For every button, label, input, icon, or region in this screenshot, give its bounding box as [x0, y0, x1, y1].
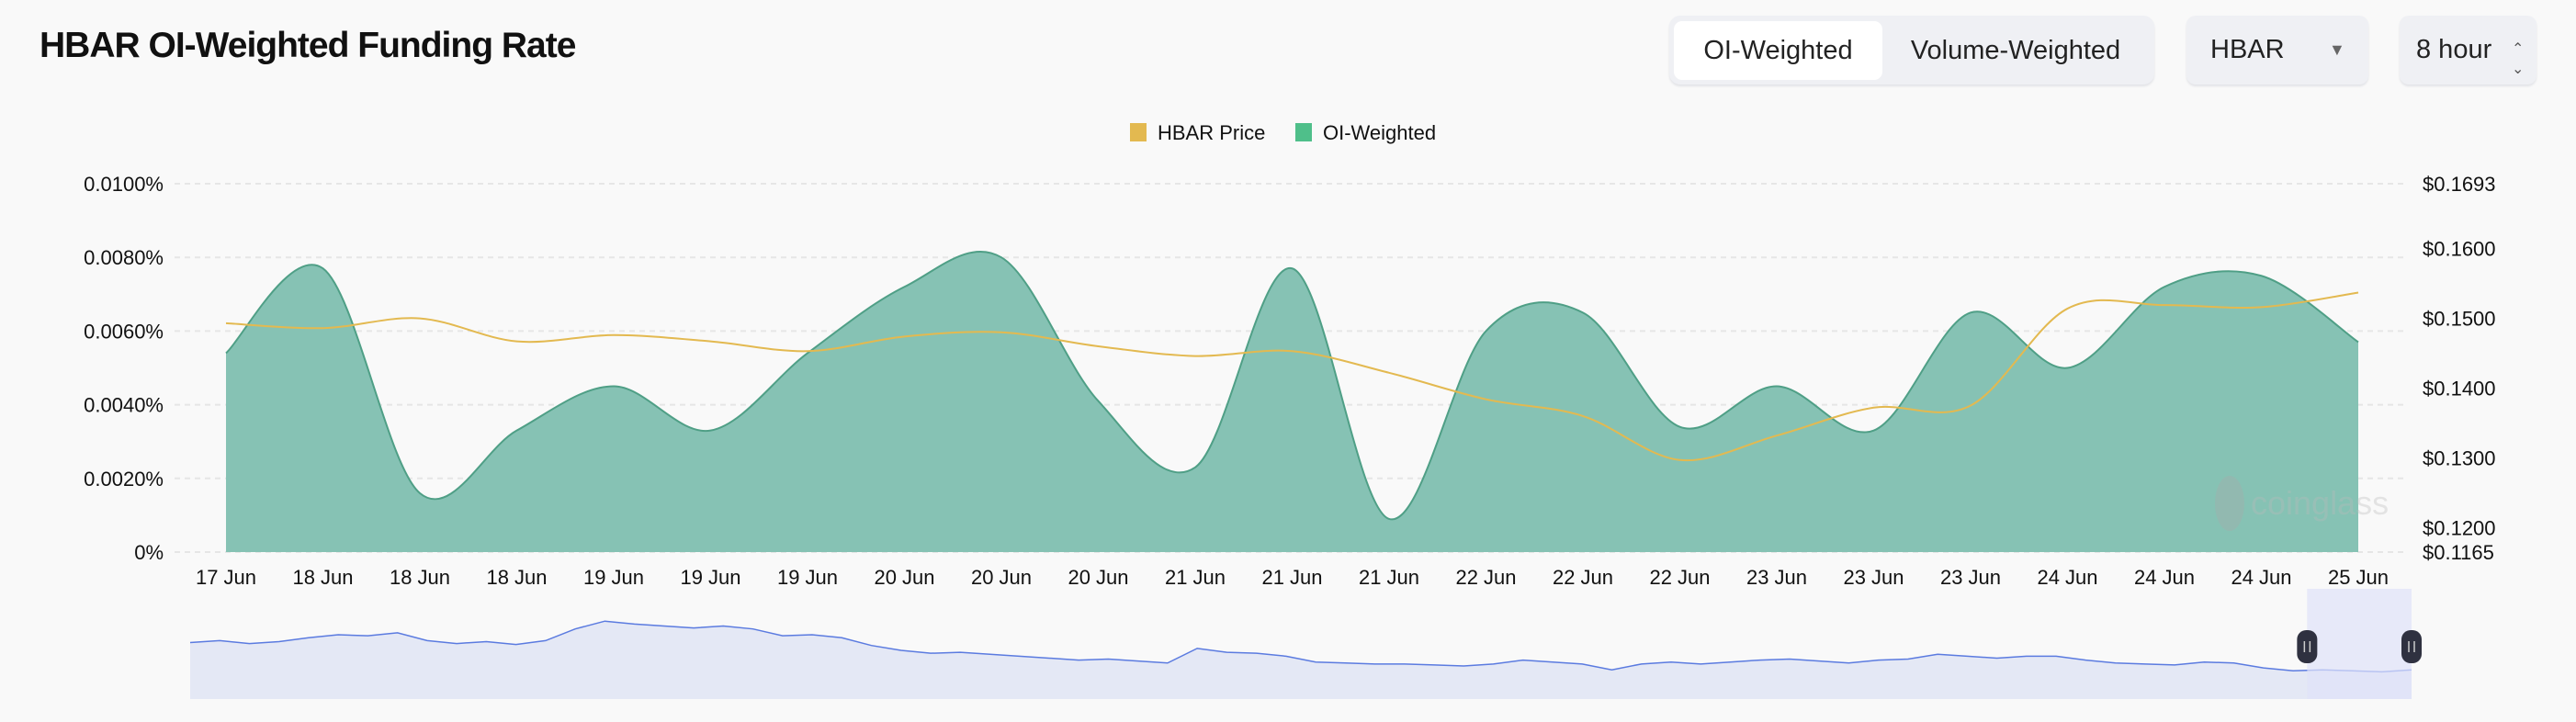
x-tick-label: 23 Jun [1746, 566, 1807, 589]
x-tick-label: 24 Jun [2037, 566, 2097, 589]
legend-swatch-price [1130, 123, 1147, 141]
x-tick-label: 25 Jun [2328, 566, 2389, 589]
y-left-tick-label: 0.0080% [84, 246, 164, 269]
y-right-tick-label: $0.1400 [2423, 378, 2496, 400]
x-tick-label: 22 Jun [1649, 566, 1710, 589]
y-right-tick-label: $0.1600 [2423, 238, 2496, 261]
navigator-left-handle[interactable] [2297, 630, 2318, 663]
x-tick-label: 21 Jun [1261, 566, 1322, 589]
y-right-tick-label: $0.1693 [2423, 173, 2496, 196]
y-left-tick-label: 0.0040% [84, 394, 164, 417]
navigator-selection[interactable] [2307, 589, 2412, 699]
x-tick-label: 19 Jun [583, 566, 644, 589]
navigator-right-handle[interactable] [2401, 630, 2422, 663]
x-tick-label: 24 Jun [2134, 566, 2195, 589]
y-left-tick-label: 0.0020% [84, 468, 164, 491]
legend-swatch-oi [1295, 123, 1312, 141]
x-tick-label: 22 Jun [1553, 566, 1613, 589]
oi-weighted-area [226, 251, 2358, 552]
legend: HBAR Price OI-Weighted [1130, 121, 1436, 144]
legend-label-price[interactable]: HBAR Price [1158, 121, 1265, 144]
x-tick-label: 18 Jun [390, 566, 450, 589]
x-tick-label: 23 Jun [1940, 566, 2001, 589]
y-right-tick-label: $0.1500 [2423, 308, 2496, 331]
y-right-tick-label: $0.1165 [2423, 541, 2494, 564]
x-tick-label: 23 Jun [1843, 566, 1904, 589]
x-tick-label: 21 Jun [1359, 566, 1419, 589]
navigator-area [190, 621, 2412, 699]
x-tick-label: 18 Jun [486, 566, 547, 589]
y-left-tick-label: 0% [134, 541, 164, 564]
x-tick-label: 24 Jun [2231, 566, 2291, 589]
y-right-tick-label: $0.1200 [2423, 516, 2496, 539]
x-tick-label: 21 Jun [1165, 566, 1226, 589]
y-right-tick-label: $0.1300 [2423, 446, 2496, 469]
x-tick-label: 17 Jun [196, 566, 256, 589]
x-tick-label: 19 Jun [777, 566, 838, 589]
x-tick-label: 19 Jun [680, 566, 740, 589]
x-tick-label: 18 Jun [292, 566, 353, 589]
x-tick-label: 20 Jun [874, 566, 934, 589]
funding-rate-chart: HBAR Price OI-Weighted coinglass 0% 0.002… [84, 121, 2496, 699]
x-tick-label: 22 Jun [1455, 566, 1516, 589]
y-left-tick-label: 0.0100% [84, 173, 164, 196]
x-tick-label: 20 Jun [1068, 566, 1128, 589]
x-tick-label: 20 Jun [971, 566, 1032, 589]
svg-text:coinglass: coinglass [2251, 484, 2389, 522]
legend-label-oi[interactable]: OI-Weighted [1323, 121, 1436, 144]
y-left-tick-label: 0.0060% [84, 320, 164, 343]
